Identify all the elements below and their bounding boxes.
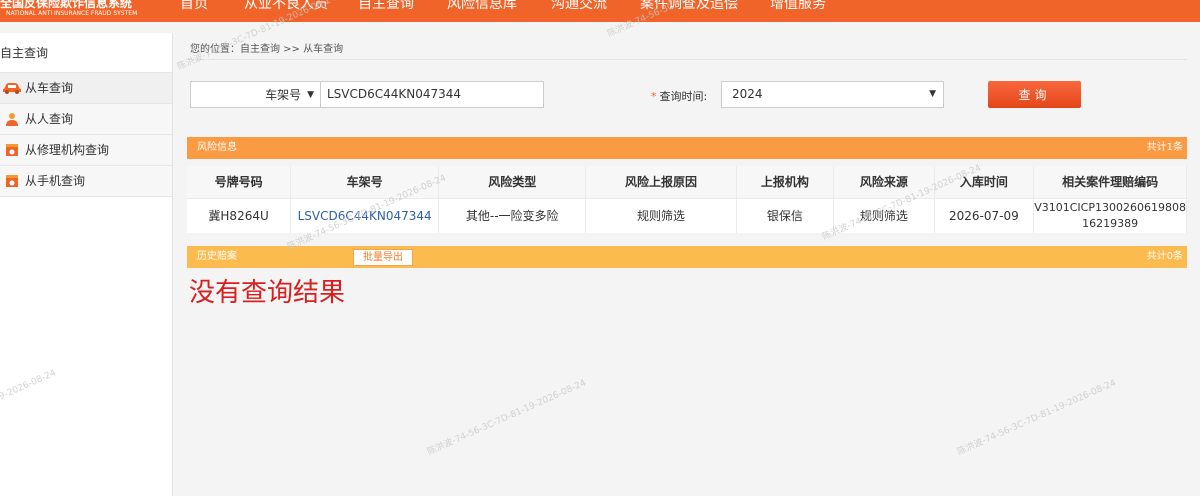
report-org-cell: 银保信 [736,197,835,233]
nav-home[interactable]: 首页 [180,0,244,13]
column-header: 相关案件理赔编码 [1033,166,1187,198]
main-content: 您的位置：自主查询 >> 从车查询 车架号 ▼ LSVCD6C44KN04734… [173,33,1200,496]
sidebar-item-person[interactable]: 从人查询 [0,104,172,135]
nav-risk-library[interactable]: 风险信息库 [447,0,551,13]
plate-number-cell: 冀H8264U [187,197,292,233]
sidebar-title: 自主查询 [0,33,172,73]
column-header: 号牌号码 [187,166,292,198]
logo-subtitle: NATIONAL ANTI INSURANCE FRAUD SYSTEM [6,10,138,17]
sidebar-item-label: 从修理机构查询 [25,142,110,157]
report-reason-cell: 规则筛选 [585,197,737,233]
person-icon [2,112,22,126]
chevron-down-icon: ▼ [307,89,314,100]
table-header-row: 号牌号码 车架号 风险类型 风险上报原因 上报机构 风险来源 入库时间 相关案件… [187,166,1187,198]
top-navigation-bar: 全国反保险欺诈信息系统 NATIONAL ANTI INSURANCE FRAU… [0,0,1200,22]
history-claims-header: 历史赔案 批量导出 共计0条 [187,246,1187,268]
query-time-label-text: 查询时间: [659,90,708,103]
main-nav: 首页 从业不良人员 自主查询 风险信息库 沟通交流 案件调查及追偿 增值服务 [180,0,850,13]
query-type-select[interactable]: 车架号 ▼ [190,81,321,108]
column-header: 风险上报原因 [585,166,737,198]
risk-info-title: 风险信息 [197,142,237,153]
system-logo[interactable]: 全国反保险欺诈信息系统 NATIONAL ANTI INSURANCE FRAU… [0,0,160,17]
entry-date-cell: 2026-07-09 [934,197,1035,233]
chevron-down-icon: ▼ [929,89,936,99]
sidebar: 自主查询 从车查询 从人查询 从修理机构查询 从手机查询 [0,33,173,496]
history-claims-title: 历史赔案 [197,251,237,262]
phone-icon [2,174,22,188]
query-type-value: 车架号 [265,88,302,102]
query-time-select[interactable]: 2024 ▼ [721,81,944,108]
query-time-value: 2024 [732,87,763,101]
query-time-label: * 查询时间: [651,88,707,104]
claim-code-cell: V3101CICP1300260619808 16219389 [1033,197,1187,233]
breadcrumb-divider [187,59,1187,60]
repair-shop-icon [2,143,22,157]
no-result-message: 没有查询结果 [189,278,346,308]
history-claims-count: 共计0条 [1146,251,1183,262]
sidebar-item-vehicle[interactable]: 从车查询 [0,73,172,104]
car-icon [2,81,22,95]
batch-export-button[interactable]: 批量导出 [353,249,413,266]
column-header: 上报机构 [736,166,835,198]
required-mark: * [651,90,657,103]
sidebar-item-repair-shop[interactable]: 从修理机构查询 [0,135,172,166]
nav-communication[interactable]: 沟通交流 [551,0,640,13]
query-button[interactable]: 查询 [988,81,1081,108]
sidebar-item-label: 从车查询 [25,80,74,95]
sidebar-item-phone[interactable]: 从手机查询 [0,166,172,197]
sidebar-item-label: 从人查询 [25,111,74,126]
nav-self-query[interactable]: 自主查询 [358,0,447,13]
risk-info-header: 风险信息 共计1条 [187,137,1187,159]
vin-input[interactable]: LSVCD6C44KN047344 [320,81,544,108]
risk-type-cell: 其他--一险变多险 [438,197,587,233]
nav-value-added[interactable]: 增值服务 [770,0,850,13]
sidebar-item-label: 从手机查询 [25,173,86,188]
column-header: 风险类型 [438,166,587,198]
risk-info-count: 共计1条 [1146,142,1183,153]
